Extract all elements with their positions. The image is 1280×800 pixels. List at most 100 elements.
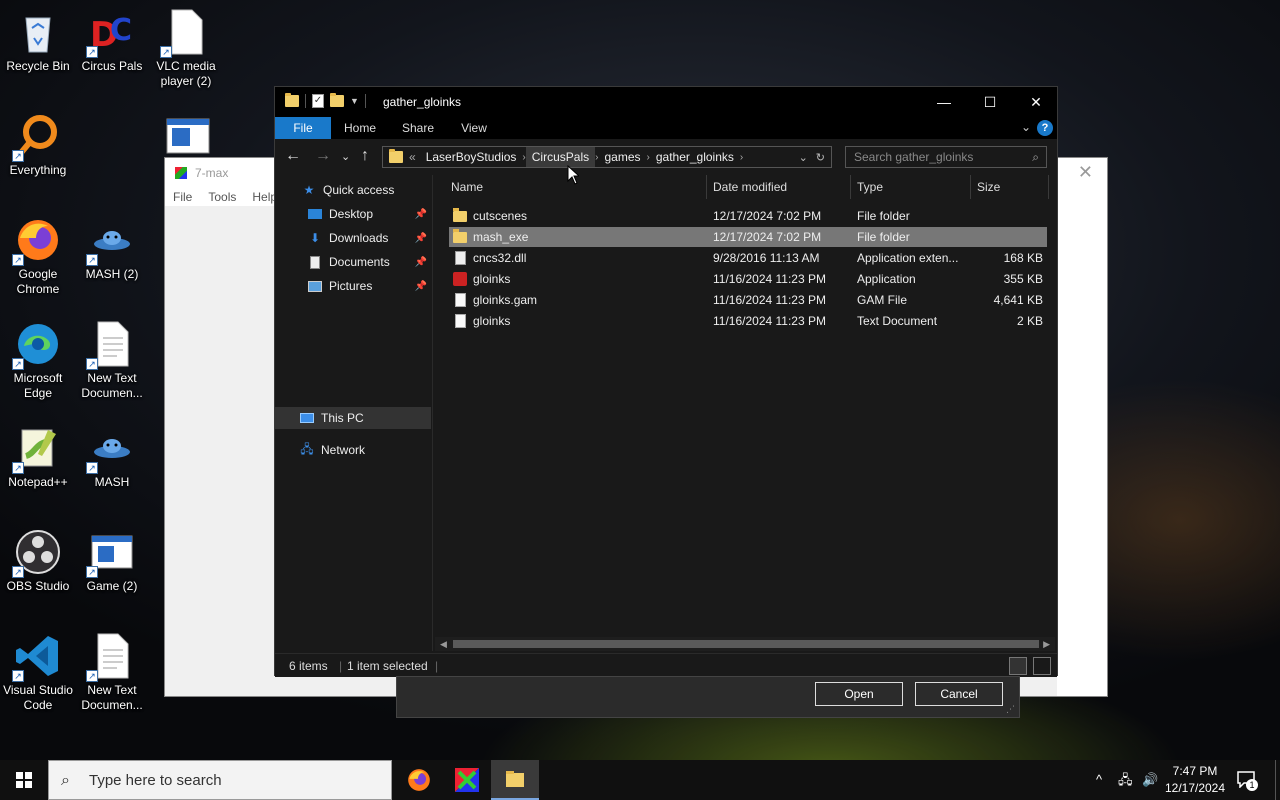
column-header-date[interactable]: Date modified bbox=[707, 175, 851, 199]
minimize-icon[interactable]: — bbox=[921, 87, 967, 117]
file-open-dialog[interactable]: ✓ ▼ gather_gloinks — ☐ ✕ File Home Share… bbox=[274, 86, 1058, 677]
search-icon: ⌕ bbox=[61, 772, 70, 789]
open-button[interactable]: Open bbox=[815, 682, 903, 706]
desktop-icon-label: Everything bbox=[9, 163, 67, 177]
pin-icon[interactable]: 📌 bbox=[415, 233, 427, 244]
file-row[interactable]: gloinks.gam 11/16/2024 11:23 PM GAM File… bbox=[449, 290, 1047, 310]
desktop-icon-new-text-doc-2[interactable]: ↗ New Text Documen... bbox=[74, 632, 150, 713]
desktop-icon-label: Notepad++ bbox=[8, 475, 68, 489]
nav-desktop[interactable]: Desktop 📌 bbox=[275, 203, 431, 225]
search-icon[interactable]: ⌕ bbox=[1032, 147, 1039, 167]
resize-grip-icon[interactable]: ⋰ bbox=[1006, 704, 1015, 715]
separator: | bbox=[435, 659, 439, 673]
nav-this-pc[interactable]: This PC bbox=[275, 407, 431, 429]
shortcut-arrow-icon: ↗ bbox=[86, 46, 98, 58]
file-row-selected[interactable]: mash_exe 12/17/2024 7:02 PM File folder bbox=[449, 227, 1047, 247]
pin-icon[interactable]: 📌 bbox=[415, 209, 427, 220]
desktop-icon-notepadpp[interactable]: ↗ Notepad++ bbox=[0, 424, 76, 490]
desktop-icon-everything[interactable]: ↗ Everything bbox=[0, 112, 76, 178]
address-bar[interactable]: « LaserBoyStudios › CircusPals › games ›… bbox=[382, 146, 832, 168]
expand-ribbon-icon[interactable]: ⌄ bbox=[1021, 120, 1031, 134]
dialog-titlebar[interactable]: ✓ ▼ gather_gloinks — ☐ ✕ bbox=[275, 87, 1057, 117]
file-row[interactable]: cutscenes 12/17/2024 7:02 PM File folder bbox=[449, 206, 1047, 226]
up-icon[interactable]: ↑ bbox=[361, 147, 369, 165]
desktop-icon-mash-2[interactable]: ↗ MASH (2) bbox=[74, 216, 150, 282]
desktop-icon-vlc[interactable]: ↗ VLC media player (2) bbox=[148, 8, 224, 89]
file-row[interactable]: gloinks 11/16/2024 11:23 PM Text Documen… bbox=[449, 311, 1047, 331]
chevron-down-icon[interactable]: ⌄ bbox=[799, 151, 808, 164]
column-header-type[interactable]: Type bbox=[851, 175, 971, 199]
nav-downloads[interactable]: ⬇ Downloads 📌 bbox=[275, 227, 431, 249]
column-header-size[interactable]: Size bbox=[971, 175, 1049, 199]
menu-tools[interactable]: Tools bbox=[208, 190, 236, 204]
nav-pictures[interactable]: Pictures 📌 bbox=[275, 275, 431, 297]
taskbar-7max[interactable] bbox=[443, 760, 491, 800]
tab-file[interactable]: File bbox=[275, 117, 331, 139]
back-icon[interactable]: ← bbox=[285, 147, 301, 165]
pin-icon[interactable]: 📌 bbox=[415, 257, 427, 268]
file-row[interactable]: cncs32.dll 9/28/2016 11:13 AM Applicatio… bbox=[449, 248, 1047, 268]
breadcrumb-laserboystudios[interactable]: LaserBoyStudios bbox=[420, 147, 523, 167]
desktop-icon-chrome[interactable]: ↗ Google Chrome bbox=[0, 216, 76, 297]
breadcrumb-circuspals[interactable]: CircusPals bbox=[525, 147, 596, 167]
desktop-icon-game-2[interactable]: ↗ Game (2) bbox=[74, 528, 150, 594]
new-folder-icon[interactable] bbox=[330, 93, 344, 107]
large-icons-view-icon[interactable] bbox=[1033, 657, 1051, 675]
game-window-icon: ↗ bbox=[86, 528, 136, 578]
show-desktop-button[interactable] bbox=[1275, 760, 1280, 800]
file-explorer-icon bbox=[506, 771, 524, 787]
desktop-icon-mash[interactable]: ↗ MASH bbox=[74, 424, 150, 490]
close-icon[interactable]: ✕ bbox=[1013, 87, 1059, 117]
breadcrumb-overflow[interactable]: « bbox=[409, 150, 420, 164]
file-row[interactable]: gloinks 11/16/2024 11:23 PM Application … bbox=[449, 269, 1047, 289]
close-icon[interactable]: ✕ bbox=[1078, 162, 1093, 183]
clock[interactable]: 7:47 PM 12/17/2024 bbox=[1160, 763, 1230, 797]
status-bar: 6 items | 1 item selected | bbox=[275, 653, 1057, 677]
chevron-up-icon[interactable]: ^ bbox=[1096, 760, 1102, 800]
start-button[interactable] bbox=[0, 760, 48, 800]
recent-locations-icon[interactable]: ⌄ bbox=[341, 150, 350, 163]
details-view-icon[interactable] bbox=[1009, 657, 1027, 675]
scroll-left-icon[interactable]: ◀ bbox=[440, 637, 447, 651]
shortcut-arrow-icon: ↗ bbox=[86, 566, 98, 578]
horizontal-scrollbar[interactable]: ◀ ▶ bbox=[435, 637, 1055, 651]
navigation-pane: ★ Quick access Desktop 📌 ⬇ Downloads 📌 D… bbox=[275, 175, 433, 651]
tab-share[interactable]: Share bbox=[393, 117, 443, 139]
desktop-icon-edge[interactable]: ↗ Microsoft Edge bbox=[0, 320, 76, 401]
dialog-title: gather_gloinks bbox=[383, 95, 462, 109]
scroll-right-icon[interactable]: ▶ bbox=[1043, 637, 1050, 651]
chevron-down-icon[interactable]: ▼ bbox=[350, 96, 359, 106]
desktop-icon-label: MASH (2) bbox=[85, 267, 139, 281]
volume-icon[interactable]: 🔊 bbox=[1142, 760, 1158, 800]
forward-icon[interactable]: → bbox=[315, 147, 331, 165]
refresh-icon[interactable]: ↻ bbox=[816, 151, 825, 164]
desktop-icon-recycle-bin[interactable]: Recycle Bin bbox=[0, 8, 76, 74]
properties-icon[interactable]: ✓ bbox=[312, 94, 324, 108]
documents-icon bbox=[307, 255, 323, 269]
desktop-icon-label: VLC media player (2) bbox=[156, 59, 216, 88]
notification-icon[interactable]: 1 bbox=[1236, 770, 1258, 791]
taskbar-firefox[interactable] bbox=[395, 760, 443, 800]
desktop-icon-circus-pals[interactable]: DC ↗ Circus Pals bbox=[74, 8, 150, 74]
desktop-icon-new-text-doc-1[interactable]: ↗ New Text Documen... bbox=[74, 320, 150, 401]
cancel-button[interactable]: Cancel bbox=[915, 682, 1003, 706]
desktop-icon-obs[interactable]: ↗ OBS Studio bbox=[0, 528, 76, 594]
nav-network[interactable]: 🖧 Network bbox=[275, 439, 431, 461]
tab-view[interactable]: View bbox=[449, 117, 499, 139]
breadcrumb-gather-gloinks[interactable]: gather_gloinks bbox=[650, 147, 740, 167]
chevron-right-icon[interactable]: › bbox=[740, 152, 743, 163]
taskbar-search-input[interactable]: ⌕ Type here to search bbox=[48, 760, 392, 800]
tab-home[interactable]: Home bbox=[335, 117, 385, 139]
search-input[interactable]: Search gather_gloinks ⌕ bbox=[845, 146, 1047, 168]
menu-file[interactable]: File bbox=[173, 190, 192, 204]
help-icon[interactable]: ? bbox=[1037, 120, 1053, 136]
network-icon[interactable]: 🖧 bbox=[1118, 760, 1133, 800]
nav-quick-access[interactable]: ★ Quick access bbox=[275, 179, 431, 201]
desktop-icon-vscode[interactable]: ↗ Visual Studio Code bbox=[0, 632, 76, 713]
pin-icon[interactable]: 📌 bbox=[415, 281, 427, 292]
breadcrumb-games[interactable]: games bbox=[598, 147, 646, 167]
scrollbar-thumb[interactable] bbox=[453, 640, 1039, 648]
nav-documents[interactable]: Documents 📌 bbox=[275, 251, 431, 273]
maximize-icon[interactable]: ☐ bbox=[967, 87, 1013, 117]
taskbar-file-explorer[interactable] bbox=[491, 760, 539, 800]
